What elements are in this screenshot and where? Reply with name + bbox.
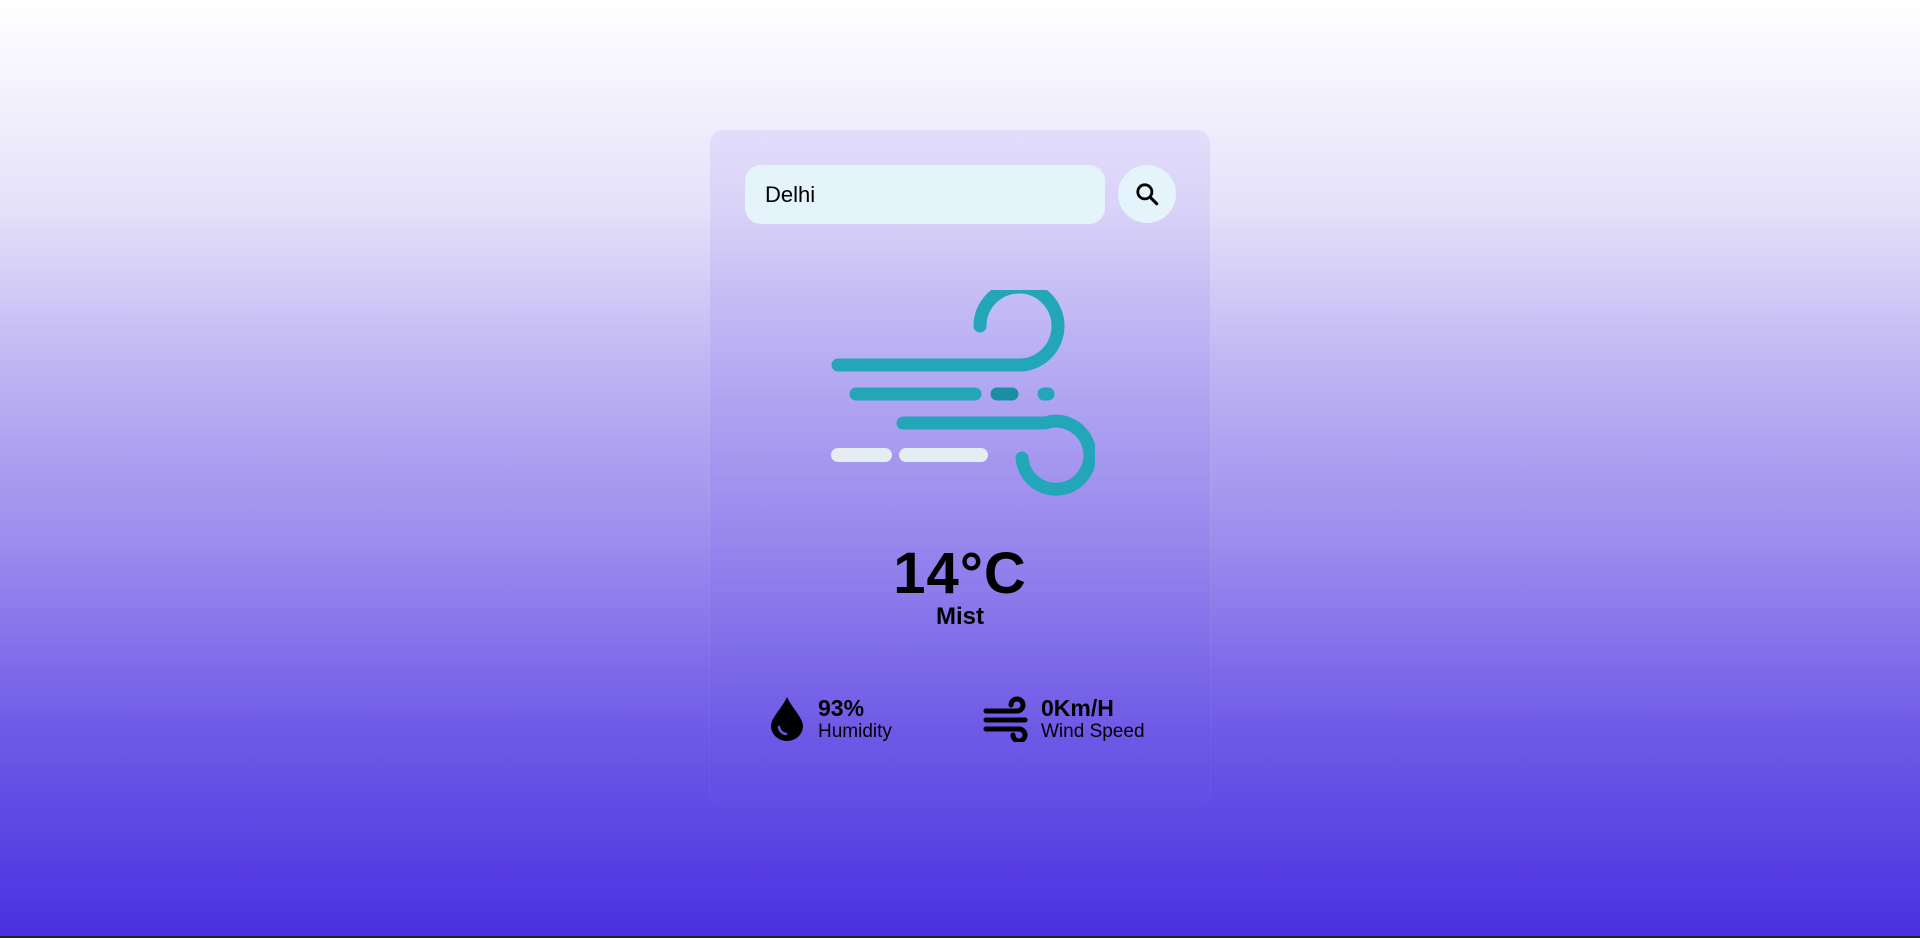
wind-speed-detail: 0Km/H Wind Speed bbox=[983, 695, 1145, 743]
humidity-label: Humidity bbox=[818, 721, 892, 742]
temperature: 14°C bbox=[893, 541, 1027, 606]
search-button[interactable] bbox=[1118, 165, 1176, 223]
weather-card: 14°C Mist 93% Humidity 0Km/H Wind Speed bbox=[710, 130, 1210, 806]
wind-icon bbox=[983, 696, 1028, 742]
humidity-detail: 93% Humidity bbox=[770, 695, 892, 743]
water-drop-icon bbox=[771, 697, 803, 741]
city-search-input[interactable] bbox=[745, 165, 1105, 224]
search-icon bbox=[1136, 183, 1159, 206]
wind-speed-label: Wind Speed bbox=[1041, 721, 1145, 742]
weather-condition: Mist bbox=[936, 603, 984, 630]
wind-weather-icon bbox=[831, 290, 1095, 496]
wind-speed-value: 0Km/H bbox=[1041, 695, 1114, 721]
humidity-value: 93% bbox=[818, 695, 865, 721]
